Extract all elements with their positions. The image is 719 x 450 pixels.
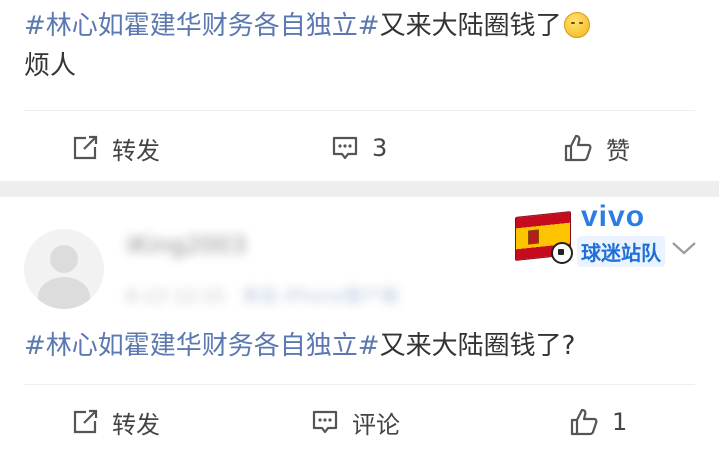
divider xyxy=(24,384,695,385)
shush-face-emoji-icon xyxy=(563,12,590,38)
avatar-head xyxy=(50,245,78,273)
avatar-body xyxy=(38,277,90,309)
repost-label: 转发 xyxy=(112,136,160,165)
post-2-text-body: 又来大陆圈钱了? xyxy=(379,331,576,361)
vivo-fan-badge[interactable]: vivo 球迷站队 xyxy=(509,200,665,270)
share-icon xyxy=(73,135,98,160)
share-icon xyxy=(73,409,98,434)
comment-count: 3 xyxy=(372,134,388,162)
football-icon xyxy=(551,242,573,264)
repost-label: 转发 xyxy=(112,410,160,439)
badge-brand: vivo xyxy=(581,200,646,233)
comment-label: 评论 xyxy=(352,410,400,439)
avatar[interactable] xyxy=(24,229,104,309)
divider xyxy=(24,110,695,111)
post-source: 来自 iPhone客户端 xyxy=(241,286,399,307)
like-button[interactable]: 赞 xyxy=(562,120,630,176)
comment-icon xyxy=(332,136,358,160)
post-1-action-bar: 转发 3 赞 xyxy=(0,120,719,176)
repost-button[interactable]: 转发 xyxy=(70,120,160,176)
post-time: 6-13 12:15 xyxy=(126,286,225,307)
topic-link[interactable]: #林心如霍建华财务各自独立# xyxy=(24,331,380,361)
repost-button[interactable]: 转发 xyxy=(70,394,160,450)
post-2-text: #林心如霍建华财务各自独立#又来大陆圈钱了? xyxy=(24,326,575,366)
comment-icon xyxy=(312,410,338,434)
topic-link[interactable]: #林心如霍建华财务各自独立# xyxy=(24,11,380,41)
comment-button[interactable]: 3 xyxy=(330,120,387,176)
post-1-text-line2: 烦人 xyxy=(24,51,77,81)
post-1-text-line1: 又来大陆圈钱了 xyxy=(379,11,562,41)
section-divider xyxy=(0,181,719,197)
like-count: 1 xyxy=(612,408,628,436)
comment-button[interactable]: 评论 xyxy=(310,394,400,450)
chevron-down-icon[interactable] xyxy=(670,238,698,262)
post-2-action-bar: 转发 评论 1 xyxy=(0,394,719,450)
like-label: 赞 xyxy=(606,136,630,165)
post-meta: 6-13 12:15 来自 iPhone客户端 xyxy=(126,282,398,308)
like-button[interactable]: 1 xyxy=(568,394,627,450)
username[interactable]: iKing2003 xyxy=(126,231,247,259)
thumbs-up-icon xyxy=(570,408,598,436)
thumbs-up-icon xyxy=(564,134,592,162)
badge-team: 球迷站队 xyxy=(577,236,665,267)
post-1-text: #林心如霍建华财务各自独立#又来大陆圈钱了 烦人 xyxy=(24,6,704,86)
